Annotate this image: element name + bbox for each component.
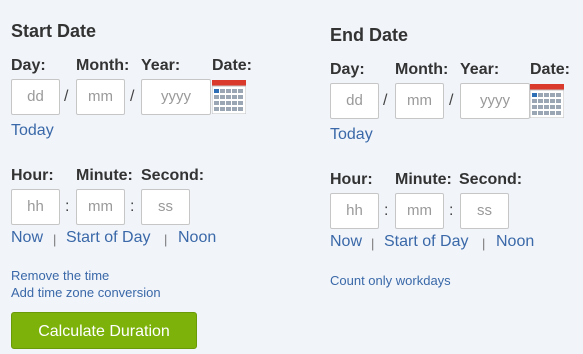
end-minute-input[interactable]: mm [395,193,444,229]
end-minute-label: Minute: [395,171,452,188]
end-time-separator: : [449,202,454,219]
end-start-of-day-link[interactable]: Start of Day [384,233,468,251]
start-time-separator: : [130,198,135,215]
remove-time-link[interactable]: Remove the time [11,268,109,283]
end-year-label: Year: [460,61,500,78]
calendar-icon[interactable] [212,80,246,114]
link-separator: | [371,236,375,251]
end-second-input[interactable]: ss [460,193,509,229]
start-now-link[interactable]: Now [11,229,43,247]
start-month-label: Month: [76,57,130,74]
link-separator: | [482,236,486,251]
calculate-duration-button[interactable]: Calculate Duration [11,312,197,349]
end-hour-input[interactable]: hh [330,193,379,229]
start-year-label: Year: [141,57,181,74]
end-month-label: Month: [395,61,449,78]
start-date-label: Date: [212,57,253,74]
start-hour-label: Hour: [11,167,54,184]
end-date-heading: End Date [330,25,409,45]
add-timezone-link[interactable]: Add time zone conversion [11,285,161,300]
start-today-link[interactable]: Today [11,122,54,140]
start-second-input[interactable]: ss [141,189,190,225]
start-day-input[interactable]: dd [11,79,60,115]
start-hour-input[interactable]: hh [11,189,60,225]
end-day-input[interactable]: dd [330,83,379,119]
link-separator: | [53,232,57,247]
end-today-link[interactable]: Today [330,126,373,144]
start-noon-link[interactable]: Noon [178,229,216,247]
end-year-input[interactable]: yyyy [460,83,530,119]
start-day-label: Day: [11,57,46,74]
start-date-separator: / [64,88,69,105]
end-hour-label: Hour: [330,171,373,188]
end-now-link[interactable]: Now [330,233,362,251]
end-day-label: Day: [330,61,365,78]
count-workdays-link[interactable]: Count only workdays [330,273,451,288]
start-date-heading: Start Date [11,21,97,41]
start-start-of-day-link[interactable]: Start of Day [66,229,150,247]
start-date-separator: / [130,88,135,105]
start-month-input[interactable]: mm [76,79,125,115]
start-minute-input[interactable]: mm [76,189,125,225]
end-date-separator: / [449,92,454,109]
end-second-label: Second: [459,171,523,188]
start-time-separator: : [65,198,70,215]
link-separator: | [164,232,168,247]
end-month-input[interactable]: mm [395,83,444,119]
end-date-label: Date: [530,61,571,78]
calendar-icon[interactable] [530,84,564,118]
start-minute-label: Minute: [76,167,133,184]
end-noon-link[interactable]: Noon [496,233,534,251]
end-date-separator: / [383,92,388,109]
start-second-label: Second: [141,167,205,184]
start-year-input[interactable]: yyyy [141,79,211,115]
end-time-separator: : [384,202,389,219]
